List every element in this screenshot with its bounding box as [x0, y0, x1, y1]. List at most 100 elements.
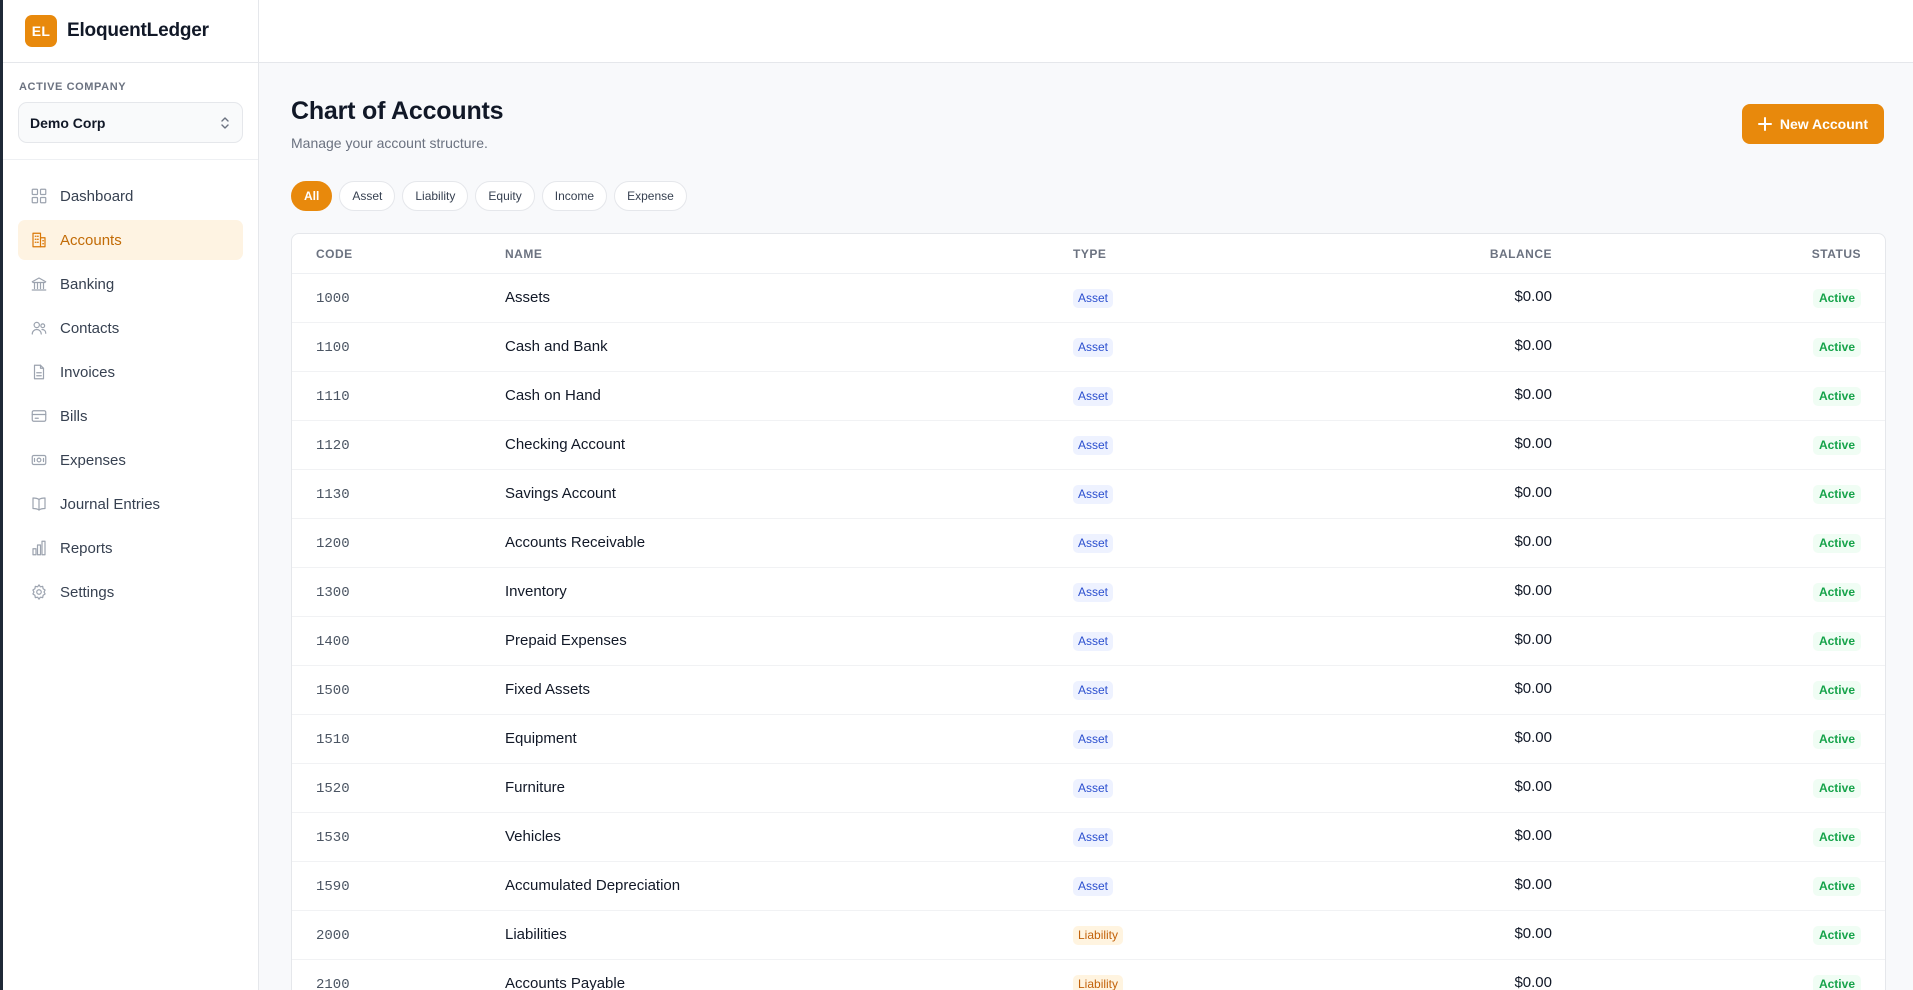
status-badge: Active — [1812, 533, 1861, 553]
account-type-badge: Liability — [1073, 974, 1124, 990]
brand-name: EloquentLedger — [67, 20, 209, 41]
account-type-badge: Asset — [1073, 778, 1114, 798]
sidebar-item-bills[interactable]: Bills — [18, 396, 243, 436]
filter-liability[interactable]: Liability — [402, 181, 469, 211]
table-row[interactable]: 1300 Inventory Asset $0.00 Active — [292, 568, 1885, 617]
account-balance: $0.00 — [1514, 729, 1552, 746]
company-label: ACTIVE COMPANY — [19, 81, 127, 93]
filter-expense[interactable]: Expense — [614, 181, 687, 211]
sidebar-item-label: Reports — [60, 539, 113, 557]
account-balance: $0.00 — [1514, 386, 1552, 403]
account-name[interactable]: Cash on Hand — [505, 387, 601, 404]
filter-equity[interactable]: Equity — [475, 181, 535, 211]
status-badge: Active — [1812, 876, 1861, 896]
account-name[interactable]: Inventory — [505, 583, 567, 600]
sidebar-item-invoices[interactable]: Invoices — [18, 352, 243, 392]
file-icon — [33, 364, 45, 380]
sidebar-item-settings[interactable]: Settings — [18, 572, 243, 612]
column-header-name[interactable]: NAME — [505, 247, 1073, 261]
dashboard-icon — [31, 188, 47, 204]
account-type-badge: Asset — [1073, 582, 1114, 602]
account-name[interactable]: Prepaid Expenses — [505, 632, 627, 649]
gear-icon — [32, 584, 46, 600]
account-code: 1510 — [316, 732, 350, 748]
column-header-status[interactable]: STATUS — [1552, 247, 1885, 261]
table-header: CODE NAME TYPE BALANCE STATUS — [292, 234, 1885, 274]
account-name[interactable]: Fixed Assets — [505, 681, 590, 698]
status-badge: Active — [1812, 827, 1861, 847]
account-name[interactable]: Savings Account — [505, 485, 616, 502]
account-name[interactable]: Cash and Bank — [505, 338, 608, 355]
table-row[interactable]: 1520 Furniture Asset $0.00 Active — [292, 764, 1885, 813]
status-badge: Active — [1812, 582, 1861, 602]
account-name[interactable]: Liabilities — [505, 926, 567, 943]
table-row[interactable]: 1400 Prepaid Expenses Asset $0.00 Active — [292, 617, 1885, 666]
book-icon — [32, 497, 46, 511]
new-account-button[interactable]: New Account — [1741, 104, 1884, 144]
users-icon — [31, 321, 47, 335]
status-badge: Active — [1812, 680, 1861, 700]
column-header-type[interactable]: TYPE — [1073, 247, 1334, 261]
status-badge: Active — [1812, 435, 1861, 455]
account-balance: $0.00 — [1514, 680, 1552, 697]
table-row[interactable]: 2000 Liabilities Liability $0.00 Active — [292, 911, 1885, 960]
sidebar-item-journal-entries[interactable]: Journal Entries — [18, 484, 243, 524]
bank-icon — [31, 277, 47, 291]
account-balance: $0.00 — [1514, 484, 1552, 501]
account-name[interactable]: Accounts Payable — [505, 975, 625, 990]
account-name[interactable]: Vehicles — [505, 828, 561, 845]
column-header-code[interactable]: CODE — [292, 247, 505, 261]
account-name[interactable]: Equipment — [505, 730, 577, 747]
table-row[interactable]: 1500 Fixed Assets Asset $0.00 Active — [292, 666, 1885, 715]
account-balance: $0.00 — [1514, 974, 1552, 990]
table-row[interactable]: 1120 Checking Account Asset $0.00 Active — [292, 421, 1885, 470]
sidebar-item-contacts[interactable]: Contacts — [18, 308, 243, 348]
table-row[interactable]: 1110 Cash on Hand Asset $0.00 Active — [292, 372, 1885, 421]
table-row[interactable]: 1000 Assets Asset $0.00 Active — [292, 274, 1885, 323]
table-row[interactable]: 1510 Equipment Asset $0.00 Active — [292, 715, 1885, 764]
table-row[interactable]: 1130 Savings Account Asset $0.00 Active — [292, 470, 1885, 519]
account-balance: $0.00 — [1514, 533, 1552, 550]
account-type-badge: Asset — [1073, 876, 1114, 896]
sidebar-item-accounts[interactable]: Accounts — [18, 220, 243, 260]
table-row[interactable]: 1100 Cash and Bank Asset $0.00 Active — [292, 323, 1885, 372]
status-badge: Active — [1812, 729, 1861, 749]
brand-logo: EL — [25, 15, 57, 47]
company-select[interactable]: Demo Corp — [18, 102, 243, 143]
filter-income[interactable]: Income — [541, 181, 608, 211]
account-type-badge: Asset — [1073, 729, 1114, 749]
brand[interactable]: EL EloquentLedger — [3, 0, 258, 63]
column-header-balance[interactable]: BALANCE — [1334, 247, 1552, 261]
account-name[interactable]: Accumulated Depreciation — [505, 877, 680, 894]
company-switcher: ACTIVE COMPANY Demo Corp — [3, 63, 258, 160]
account-balance: $0.00 — [1514, 631, 1552, 648]
status-badge: Active — [1812, 631, 1861, 651]
table-row[interactable]: 2100 Accounts Payable Liability $0.00 Active — [292, 960, 1885, 990]
status-badge: Active — [1812, 288, 1861, 308]
company-select-value: Demo Corp — [30, 114, 106, 131]
account-name[interactable]: Checking Account — [505, 436, 625, 453]
table-row[interactable]: 1530 Vehicles Asset $0.00 Active — [292, 813, 1885, 862]
account-name[interactable]: Furniture — [505, 779, 565, 796]
sidebar-nav: Dashboard Accounts Banking Contacts Invo… — [3, 160, 258, 628]
status-badge: Active — [1812, 337, 1861, 357]
account-code: 1100 — [316, 340, 350, 356]
account-name[interactable]: Assets — [505, 289, 550, 306]
filter-all[interactable]: All — [291, 181, 333, 211]
sidebar-item-dashboard[interactable]: Dashboard — [18, 176, 243, 216]
account-code: 2000 — [316, 928, 350, 944]
sidebar-item-label: Invoices — [60, 363, 116, 381]
account-balance: $0.00 — [1514, 337, 1552, 354]
account-balance: $0.00 — [1514, 288, 1552, 305]
table-row[interactable]: 1200 Accounts Receivable Asset $0.00 Active — [292, 519, 1885, 568]
account-code: 2100 — [316, 977, 350, 990]
sidebar-item-reports[interactable]: Reports — [18, 528, 243, 568]
account-code: 1120 — [316, 438, 350, 454]
table-row[interactable]: 1590 Accumulated Depreciation Asset $0.00 Ac… — [292, 862, 1885, 911]
account-code: 1590 — [316, 879, 350, 895]
account-name[interactable]: Accounts Receivable — [505, 534, 645, 551]
filter-asset[interactable]: Asset — [339, 181, 396, 211]
sidebar-item-banking[interactable]: Banking — [18, 264, 243, 304]
account-code: 1200 — [316, 536, 350, 552]
sidebar-item-expenses[interactable]: Expenses — [18, 440, 243, 480]
